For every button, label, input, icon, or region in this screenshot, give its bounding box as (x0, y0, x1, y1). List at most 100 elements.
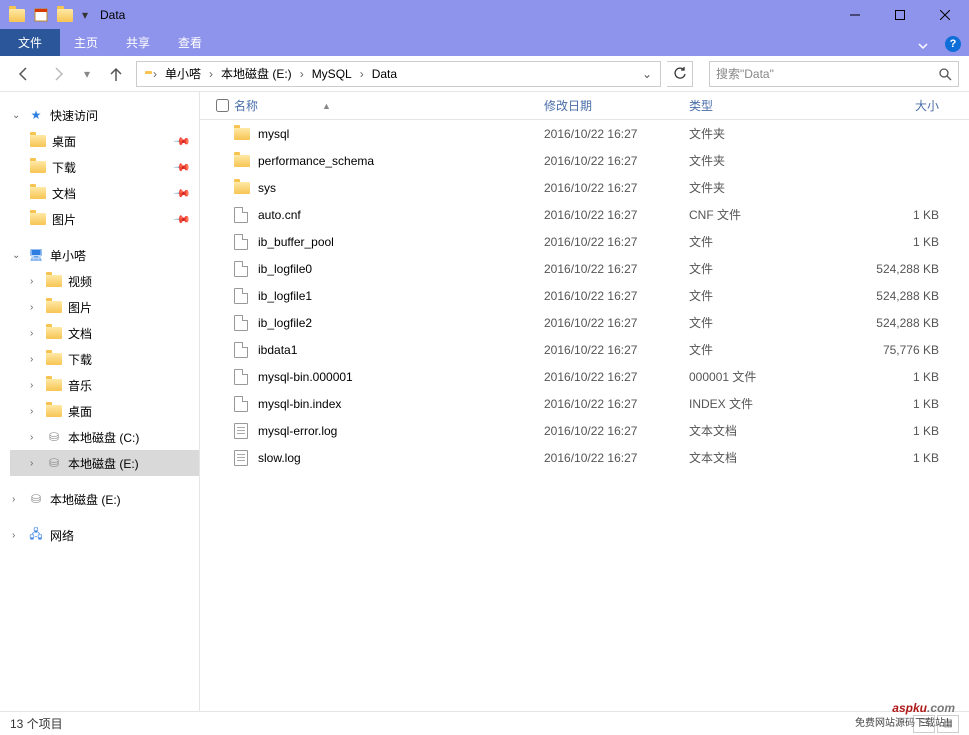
folder-icon (30, 187, 46, 199)
chevron-down-icon[interactable]: ⌄ (12, 250, 22, 261)
breadcrumb-seg-0[interactable]: 单小嗒 (159, 62, 207, 86)
sidebar-item-drive-e[interactable]: › ⛁ 本地磁盘 (E:) (10, 450, 199, 476)
qat-dropdown-icon[interactable]: ▾ (78, 4, 92, 26)
column-date[interactable]: 修改日期 (544, 97, 689, 114)
tab-share[interactable]: 共享 (112, 29, 164, 56)
file-row[interactable]: mysql-bin.0000012016/10/22 16:27000001 文… (200, 363, 969, 390)
refresh-button[interactable] (667, 61, 693, 87)
chevron-right-icon[interactable]: › (30, 328, 40, 339)
breadcrumb-dropdown-icon[interactable]: ⌄ (636, 67, 658, 81)
chevron-right-icon[interactable]: › (30, 406, 40, 417)
file-row[interactable]: mysql2016/10/22 16:27文件夹 (200, 120, 969, 147)
sidebar-item-downloads[interactable]: ›下载 (10, 346, 199, 372)
chevron-right-icon[interactable]: › (207, 67, 215, 81)
titlebar: ▾ Data (0, 0, 969, 30)
sidebar-item-network[interactable]: ›🖧网络 (10, 522, 199, 548)
chevron-right-icon[interactable]: › (30, 458, 40, 469)
file-size: 1 KB (834, 370, 969, 384)
ribbon-expand-icon[interactable] (909, 36, 937, 56)
search-icon[interactable] (938, 67, 952, 81)
file-row[interactable]: performance_schema2016/10/22 16:27文件夹 (200, 147, 969, 174)
sidebar-item-desktop[interactable]: ›桌面 (10, 398, 199, 424)
file-row[interactable]: mysql-bin.index2016/10/22 16:27INDEX 文件1… (200, 390, 969, 417)
sidebar-item-drive-c[interactable]: ›⛁本地磁盘 (C:) (10, 424, 199, 450)
file-icon (234, 288, 258, 304)
chevron-right-icon[interactable]: › (12, 530, 22, 541)
nav-forward-button[interactable] (44, 60, 72, 88)
file-name: sys (258, 181, 544, 195)
column-name[interactable]: 名称▲ (234, 97, 544, 114)
chevron-right-icon[interactable]: › (298, 67, 306, 81)
file-name: slow.log (258, 451, 544, 465)
sidebar-item-label: 本地磁盘 (E:) (68, 455, 139, 472)
chevron-right-icon[interactable]: › (30, 276, 40, 287)
sidebar-this-pc-header[interactable]: ⌄ 🖥 单小嗒 (10, 242, 199, 268)
chevron-right-icon[interactable]: › (30, 432, 40, 443)
tab-file[interactable]: 文件 (0, 29, 60, 56)
file-row[interactable]: ib_logfile02016/10/22 16:27文件524,288 KB (200, 255, 969, 282)
file-name: mysql (258, 127, 544, 141)
column-size[interactable]: 大小 (834, 97, 969, 114)
sidebar-item-desktop[interactable]: 桌面📌 (10, 128, 199, 154)
file-row[interactable]: ib_logfile12016/10/22 16:27文件524,288 KB (200, 282, 969, 309)
search-box[interactable] (709, 61, 959, 87)
sidebar-item-music[interactable]: ›音乐 (10, 372, 199, 398)
column-type[interactable]: 类型 (689, 97, 834, 114)
select-all-checkbox[interactable] (210, 99, 234, 112)
chevron-right-icon[interactable]: › (358, 67, 366, 81)
drive-icon: ⛁ (28, 491, 44, 507)
minimize-button[interactable] (832, 1, 877, 30)
file-row[interactable]: slow.log2016/10/22 16:27文本文档1 KB (200, 444, 969, 471)
app-icon[interactable] (6, 4, 28, 26)
chevron-right-icon[interactable]: › (30, 302, 40, 313)
file-type: CNF 文件 (689, 206, 834, 223)
qat-properties-icon[interactable] (30, 4, 52, 26)
file-name: mysql-bin.index (258, 397, 544, 411)
file-size: 524,288 KB (834, 316, 969, 330)
nav-back-button[interactable] (10, 60, 38, 88)
view-icons-button[interactable]: ▦ (937, 715, 959, 733)
close-button[interactable] (922, 1, 967, 30)
sidebar-item-documents[interactable]: 文档📌 (10, 180, 199, 206)
help-button[interactable]: ? (945, 36, 961, 52)
file-icon (234, 207, 258, 223)
sidebar-item-documents[interactable]: ›文档 (10, 320, 199, 346)
breadcrumb-seg-3[interactable]: Data (366, 62, 403, 86)
sidebar-item-label: 下载 (52, 159, 76, 176)
sidebar-item-downloads[interactable]: 下载 📌 (10, 154, 199, 180)
search-input[interactable] (716, 67, 938, 81)
sidebar-quick-access-header[interactable]: ⌄ ★ 快速访问 (10, 102, 199, 128)
drive-icon: ⛁ (46, 455, 62, 471)
pin-icon: 📌 (173, 158, 192, 177)
file-row[interactable]: ibdata12016/10/22 16:27文件75,776 KB (200, 336, 969, 363)
sidebar-item-pictures[interactable]: 图片📌 (10, 206, 199, 232)
breadcrumb-seg-2[interactable]: MySQL (306, 62, 358, 86)
nav-recent-dropdown[interactable]: ▾ (78, 60, 96, 88)
file-row[interactable]: ib_buffer_pool2016/10/22 16:27文件1 KB (200, 228, 969, 255)
qat-newfolder-icon[interactable] (54, 4, 76, 26)
file-size: 1 KB (834, 397, 969, 411)
maximize-button[interactable] (877, 1, 922, 30)
breadcrumb[interactable]: › 单小嗒 › 本地磁盘 (E:) › MySQL › Data ⌄ (136, 61, 661, 87)
chevron-right-icon[interactable]: › (30, 354, 40, 365)
nav-up-button[interactable] (102, 60, 130, 88)
breadcrumb-seg-1[interactable]: 本地磁盘 (E:) (215, 62, 298, 86)
file-row[interactable]: auto.cnf2016/10/22 16:27CNF 文件1 KB (200, 201, 969, 228)
file-row[interactable]: sys2016/10/22 16:27文件夹 (200, 174, 969, 201)
file-row[interactable]: ib_logfile22016/10/22 16:27文件524,288 KB (200, 309, 969, 336)
sidebar-item-drive-e-root[interactable]: ›⛁本地磁盘 (E:) (10, 486, 199, 512)
sidebar-item-pictures[interactable]: ›图片 (10, 294, 199, 320)
chevron-right-icon[interactable]: › (151, 67, 159, 81)
view-details-button[interactable]: ☰ (913, 715, 935, 733)
chevron-right-icon[interactable]: › (12, 494, 22, 505)
pin-icon: 📌 (173, 132, 192, 151)
chevron-right-icon[interactable]: › (30, 380, 40, 391)
ribbon: 文件 主页 共享 查看 ? (0, 30, 969, 56)
sidebar-item-videos[interactable]: ›视频 (10, 268, 199, 294)
file-date: 2016/10/22 16:27 (544, 343, 689, 357)
file-row[interactable]: mysql-error.log2016/10/22 16:27文本文档1 KB (200, 417, 969, 444)
file-date: 2016/10/22 16:27 (544, 424, 689, 438)
chevron-down-icon[interactable]: ⌄ (12, 110, 22, 121)
tab-view[interactable]: 查看 (164, 29, 216, 56)
tab-home[interactable]: 主页 (60, 29, 112, 56)
